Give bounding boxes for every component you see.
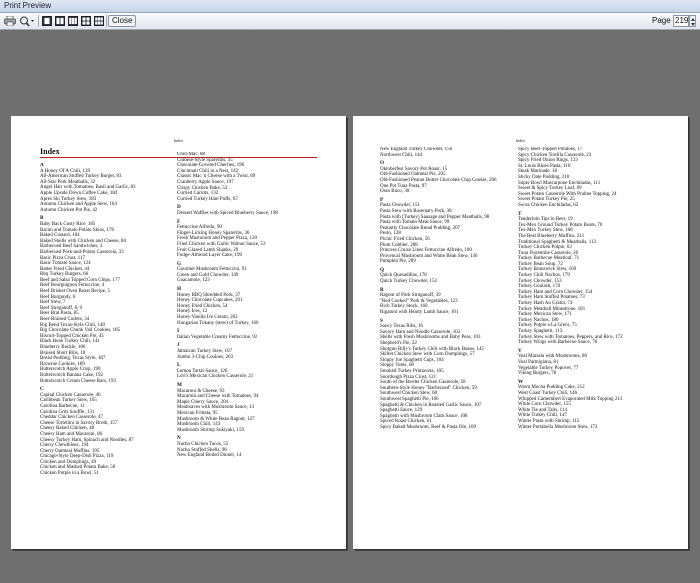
title-bar: Print Preview: [0, 0, 700, 13]
window-title: Print Preview: [4, 1, 52, 10]
index-entry: Pumpkin Pie, 209: [380, 259, 416, 265]
index-entry: Jumbo 3-Chip Cookies, 203: [177, 354, 234, 360]
one-page-icon: [42, 16, 52, 26]
one-page-button[interactable]: [41, 15, 53, 27]
index-column: Chili-Mac, 88 Chinese-Style Spareribs, 35…: [177, 152, 327, 459]
toolbar: Close Page 219: [0, 13, 700, 30]
page-label: Page: [652, 16, 671, 25]
index-entry: Chicken Potpie in a Bowl, 51: [40, 471, 99, 477]
two-pages-icon: [55, 16, 65, 26]
page-title: Index: [40, 147, 60, 156]
printer-icon: [4, 16, 16, 26]
three-pages-button[interactable]: [67, 15, 79, 27]
index-entry: Turkey Wings with Barbecue Sauce, 76: [518, 340, 598, 346]
index-column: AA Honey Of A Chili, 139 All-American Stu…: [40, 163, 178, 477]
index-entry: Mushroom Shrimp Sukiyaki, 159: [177, 427, 244, 433]
index-entry: Northwest Chili, 144: [380, 152, 423, 158]
spin-down-icon[interactable]: [691, 23, 695, 26]
index-entry: Hungarian Tokany (stew) of Turkey, 166: [177, 320, 259, 326]
index-entry: Dessert Waffles with Spiced Blueberry Sa…: [177, 210, 278, 216]
index-column: New England Turkey Chowder, 150 Northwest…: [380, 147, 525, 431]
preview-area[interactable]: Index Index AA Honey Of A Chili, 139 All-…: [0, 31, 700, 583]
preview-page-left: Index Index AA Honey Of A Chili, 139 All-…: [11, 116, 346, 549]
page-header: Index: [515, 138, 526, 143]
preview-page-right: Index New England Turkey Chowder, 150 Nor…: [353, 116, 688, 549]
index-entry: Rigatoni with Hearty Lamb Sauce, 101: [380, 310, 459, 316]
index-entry: Italian Vegetable Creamy Fettuccine, 92: [177, 334, 258, 340]
close-button[interactable]: Close: [108, 15, 137, 27]
index-entry: Guacamole, 123: [177, 278, 210, 284]
magnifier-icon: [20, 16, 34, 26]
index-entry: Autumn Chicken Pot Pie, 42: [40, 207, 98, 213]
toolbar-separator: [38, 15, 39, 27]
index-entry: Curried Turkey Ham Puffs, 67: [177, 196, 238, 202]
zoom-button[interactable]: [18, 15, 36, 27]
index-column: Spicy Beef-Topped Potatoes, 17 Spicy Chic…: [518, 147, 678, 430]
six-pages-button[interactable]: [93, 15, 105, 27]
print-preview-window: Print Preview Close Page 219 Index Index…: [0, 0, 700, 583]
index-entry: New England Boiled Dinner, 14: [177, 453, 242, 459]
index-entry: Fudge-Almond Layer Cake, 199: [177, 253, 242, 259]
toolbar-separator: [106, 15, 107, 27]
index-entry: Butterscotch Cream Cheese Bars, 193: [40, 378, 116, 384]
four-pages-button[interactable]: [80, 15, 92, 27]
print-button[interactable]: [3, 15, 17, 27]
index-entry: Quick Turkey Chowder, 152: [380, 279, 438, 285]
six-pages-icon: [94, 16, 104, 26]
index-entry: Osso Buco, 30: [380, 189, 410, 195]
spin-up-icon[interactable]: [691, 18, 695, 21]
page-spinner[interactable]: [689, 15, 696, 27]
index-entry: Swiss Chicken Enchiladas, 62: [518, 202, 579, 208]
index-entry: Winter Portabella Mushroom Stew, 173: [518, 424, 598, 430]
two-pages-button[interactable]: [54, 15, 66, 27]
index-entry: Spicy Baked Mushroom, Beef & Pasta Ole, …: [380, 424, 476, 430]
index-entry: Viking Burgers, 78: [518, 371, 557, 377]
four-pages-icon: [81, 16, 91, 26]
page-number-input[interactable]: 219: [673, 15, 689, 27]
page-header: Index: [173, 138, 184, 143]
three-pages-icon: [68, 16, 78, 26]
index-entry: Lori's Mexican Chicken Casserole, 21: [177, 374, 254, 380]
